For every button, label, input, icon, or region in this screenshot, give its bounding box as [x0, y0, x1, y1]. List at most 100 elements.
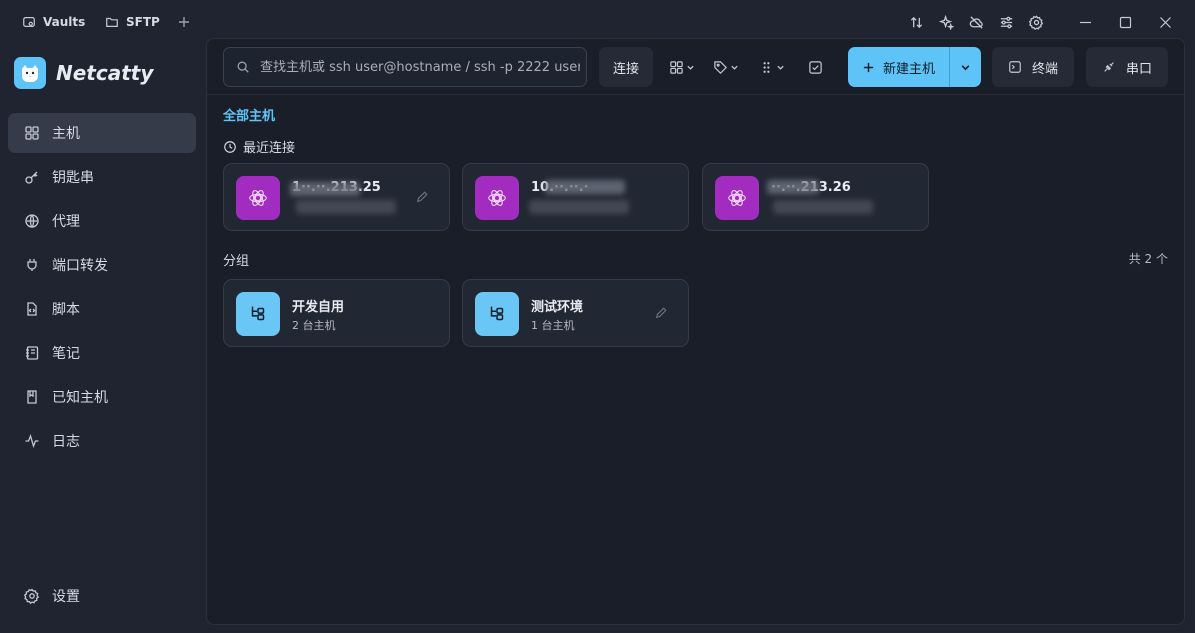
sidebar-item-label: 代理: [52, 214, 80, 230]
pencil-icon[interactable]: [654, 306, 668, 320]
drag-dots-icon: [763, 61, 770, 73]
sidebar-item-label: 笔记: [52, 346, 80, 362]
maximize-icon: [1119, 16, 1131, 28]
redaction-blur: [767, 180, 819, 194]
sidebar-item-label: 日志: [52, 434, 80, 450]
cloud-off-icon: [969, 15, 983, 29]
new-host-button[interactable]: 新建主机: [848, 47, 950, 87]
sidebar-item-label: 已知主机: [52, 390, 108, 406]
sidebar-item-hosts[interactable]: 主机: [8, 113, 196, 153]
group-card[interactable]: 测试环境 1 台主机: [462, 279, 689, 347]
host-os-icon: [715, 176, 759, 220]
new-host-dropdown-button[interactable]: [950, 47, 981, 87]
search-input[interactable]: [260, 59, 580, 75]
recent-host-card[interactable]: 1··.··.213.25: [223, 163, 450, 231]
grid-icon: [25, 126, 39, 140]
transfer-arrows-icon: [910, 16, 922, 28]
view-mode-button[interactable]: [669, 57, 695, 77]
folder-icon: [106, 17, 118, 27]
tag-filter-button[interactable]: [713, 57, 739, 77]
sidebar-item-settings[interactable]: 设置: [8, 576, 196, 616]
serial-plug-icon: [1104, 62, 1114, 72]
sidebar-item-logs[interactable]: 日志: [8, 421, 196, 461]
groups-count: 共 2 个: [1128, 252, 1168, 266]
brand-name: Netcatty: [56, 61, 154, 85]
search-box: [223, 47, 587, 87]
add-tab-button[interactable]: [176, 14, 192, 30]
terminal-label: 终端: [1031, 61, 1058, 77]
sparkle-icon: [938, 14, 954, 30]
connect-label: 连接: [612, 61, 639, 77]
tab-label: SFTP: [126, 15, 160, 29]
sidebar-item-scripts[interactable]: 脚本: [8, 289, 196, 329]
checkbox-icon: [809, 60, 822, 74]
folder-tree-icon: [475, 292, 519, 336]
serial-button[interactable]: 串口: [1086, 47, 1168, 87]
brand-logo: Netcatty: [14, 57, 153, 89]
tag-icon: [714, 60, 727, 74]
group-card[interactable]: 开发自用 2 台主机: [223, 279, 450, 347]
sidebar-item-label: 主机: [52, 126, 80, 142]
sidebar-item-label: 设置: [52, 589, 80, 605]
sidebar-settings: 设置: [8, 576, 196, 620]
group-name: 开发自用: [292, 300, 345, 315]
tab-sftp[interactable]: SFTP: [105, 0, 160, 44]
minimize-button[interactable]: [1065, 7, 1105, 37]
gear-icon: [1028, 14, 1043, 30]
connect-button[interactable]: 连接: [599, 47, 653, 87]
sidebar-item-label: 钥匙串: [52, 170, 94, 186]
recent-host-card[interactable]: ··.··.213.26: [702, 163, 929, 231]
new-host-split-button: 新建主机: [848, 47, 981, 87]
redaction-blur: [529, 200, 629, 214]
close-button[interactable]: [1145, 7, 1185, 37]
clock-icon: [224, 140, 236, 153]
sidebar-item-label: 端口转发: [52, 258, 108, 274]
ai-sparkle-button[interactable]: [931, 7, 961, 37]
preferences-button[interactable]: [991, 7, 1021, 37]
sort-button[interactable]: [759, 57, 785, 77]
sidebar-item-keychain[interactable]: 钥匙串: [8, 157, 196, 197]
minimize-icon: [1079, 21, 1091, 23]
multi-select-button[interactable]: [808, 57, 823, 77]
terminal-icon: [1009, 61, 1021, 73]
sidebar-item-known-hosts[interactable]: 已知主机: [8, 377, 196, 417]
main-panel: 连接 新建主机 终端: [206, 38, 1185, 625]
host-os-icon: [475, 176, 519, 220]
group-host-count: 1 台主机: [531, 319, 575, 332]
redaction-blur: [545, 180, 625, 194]
tab-label: Vaults: [43, 15, 86, 29]
recent-host-card[interactable]: 10.··.··.·: [462, 163, 689, 231]
plus-icon: [863, 62, 874, 72]
grid-view-icon: [670, 60, 683, 74]
redaction-blur: [296, 200, 396, 214]
sidebar-item-proxy[interactable]: 代理: [8, 201, 196, 241]
close-icon: [1159, 16, 1171, 28]
sidebar-item-port-forwarding[interactable]: 端口转发: [8, 245, 196, 285]
tab-vaults[interactable]: Vaults: [22, 0, 85, 44]
redaction-blur: [773, 200, 873, 214]
all-hosts-breadcrumb[interactable]: 全部主机: [223, 105, 275, 124]
settings-button[interactable]: [1021, 7, 1051, 37]
sidebar-nav: 主机 钥匙串 代理 端口转发 脚本 笔记 已知主机 日志: [8, 113, 196, 465]
groups-section-title: 分组: [223, 254, 250, 269]
new-host-label: 新建主机: [882, 61, 935, 77]
folder-tree-icon: [236, 292, 280, 336]
plug-icon: [27, 259, 37, 271]
transfer-button[interactable]: [901, 7, 931, 37]
sidebar-item-label: 脚本: [52, 302, 80, 318]
redaction-blur: [290, 182, 360, 196]
cloud-sync-button[interactable]: [961, 7, 991, 37]
search-icon: [237, 61, 249, 73]
sidebar-item-notes[interactable]: 笔记: [8, 333, 196, 373]
terminal-button[interactable]: 终端: [992, 47, 1074, 87]
chevron-down-icon: [961, 64, 970, 70]
maximize-button[interactable]: [1105, 7, 1145, 37]
sliders-icon: [1000, 16, 1012, 28]
key-icon: [25, 171, 38, 184]
recent-label: 最近连接: [243, 141, 296, 156]
pencil-icon[interactable]: [415, 190, 429, 204]
sidebar: Netcatty 主机 钥匙串 代理 端口转发 脚本 笔记 已知主机 日志 设置: [0, 44, 206, 633]
cat-logo-icon: [14, 57, 46, 89]
gear-icon: [24, 588, 40, 604]
plus-icon: [179, 17, 189, 27]
